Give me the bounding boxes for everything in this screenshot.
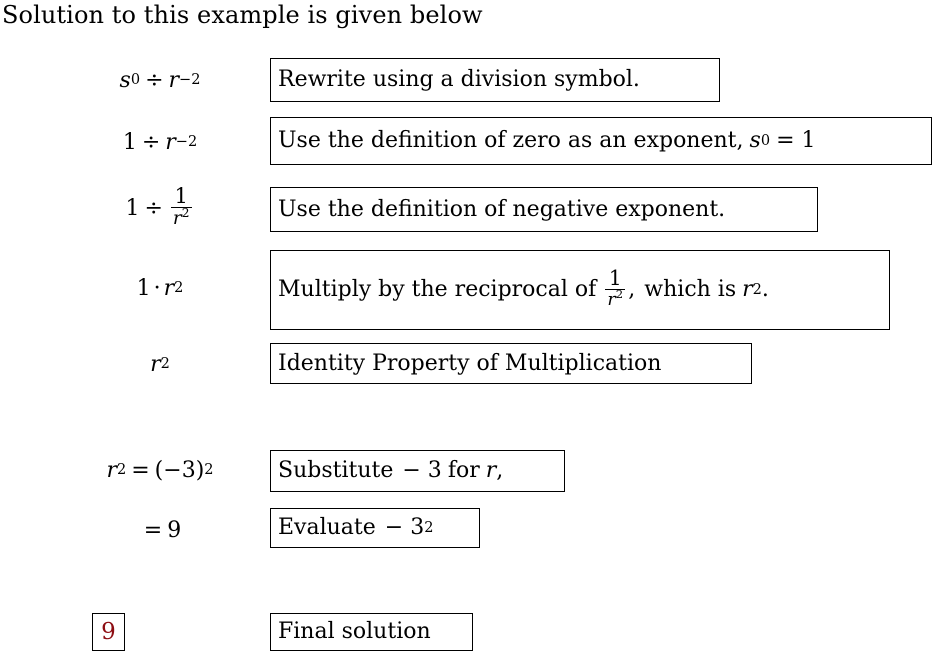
step3-frac-denominator: r2 bbox=[172, 206, 190, 230]
reason-4-fraction: 1 r2 bbox=[605, 265, 626, 311]
sub1-value: −3 bbox=[163, 457, 196, 483]
reason-content-evaluate: Evaluate − 32 bbox=[278, 515, 434, 541]
step5-base-r: r bbox=[150, 351, 161, 377]
reason-sub-prefix: Substitute bbox=[278, 458, 394, 484]
step2-base-r: r bbox=[165, 129, 176, 155]
sub1-paren-open: ( bbox=[154, 457, 164, 483]
reason-box-2: Use the definition of zero as an exponen… bbox=[270, 117, 932, 165]
reason-4-frac-numerator: 1 bbox=[608, 265, 622, 290]
step3-lead-one: 1 bbox=[125, 195, 140, 221]
reason-content-4: Multiply by the reciprocal of 1 r2, which i… bbox=[278, 265, 769, 311]
step3-operator: ÷ bbox=[144, 195, 163, 221]
reason-sub-suffix: for bbox=[447, 458, 480, 484]
sub1-paren-close: ) bbox=[195, 457, 205, 483]
reason-text-final: Final solution bbox=[278, 619, 431, 645]
reason-content-substitute: Substitute − 3 for r, bbox=[278, 458, 557, 483]
sub1-equals: = bbox=[131, 457, 150, 483]
sub1-base-r: r bbox=[106, 457, 117, 483]
reason-2-math-base: s bbox=[749, 128, 761, 154]
reason-box-4: Multiply by the reciprocal of 1 r2, which i… bbox=[270, 250, 890, 330]
final-answer-value: 9 bbox=[101, 619, 116, 645]
reason-sub-comma: , bbox=[496, 458, 504, 484]
reason-4-prefix: Multiply by the reciprocal of bbox=[278, 277, 597, 303]
step1-operator: ÷ bbox=[145, 67, 164, 93]
step2-lead-one: 1 bbox=[122, 129, 137, 155]
reason-4-suffix: which is bbox=[644, 277, 737, 303]
reason-eval-prefix: Evaluate bbox=[278, 515, 376, 541]
reason-text-3: Use the definition of negative exponent. bbox=[278, 196, 726, 222]
step3-frac-numerator: 1 bbox=[174, 182, 188, 208]
step1-base-s: s bbox=[119, 67, 131, 93]
reason-box-final: Final solution bbox=[270, 613, 473, 651]
step1-base-r: r bbox=[168, 67, 180, 93]
reason-4-tail-base: r bbox=[742, 277, 753, 303]
reason-eval-value: − 3 bbox=[384, 515, 425, 541]
step2-operator: ÷ bbox=[141, 129, 161, 155]
page-title: Solution to this example is given below bbox=[2, 1, 483, 29]
final-answer-box: 9 bbox=[92, 613, 125, 651]
reason-4-comma: , bbox=[628, 277, 636, 303]
reason-box-5: Identity Property of Multiplication bbox=[270, 343, 752, 384]
reason-text-2-prefix: Use the definition of zero as an exponen… bbox=[278, 128, 744, 154]
reason-sub-value: − 3 bbox=[402, 458, 442, 484]
reason-4-period: . bbox=[761, 277, 769, 303]
reason-text-1: Rewrite using a division symbol. bbox=[278, 67, 640, 93]
sub2-equals: = bbox=[143, 517, 163, 543]
step3-fraction: 1 r2 bbox=[170, 182, 192, 230]
reason-content-2: Use the definition of zero as an exponen… bbox=[278, 128, 816, 154]
reason-sub-var: r bbox=[485, 458, 497, 484]
step4-base-r: r bbox=[163, 275, 175, 301]
sub2-value: 9 bbox=[167, 517, 182, 543]
step4-operator: · bbox=[153, 275, 161, 301]
reason-box-3: Use the definition of negative exponent. bbox=[270, 187, 818, 232]
reason-text-5: Identity Property of Multiplication bbox=[278, 350, 662, 376]
reason-box-evaluate: Evaluate − 32 bbox=[270, 508, 480, 548]
reason-box-substitute: Substitute − 3 for r, bbox=[270, 450, 565, 492]
step4-lead-one: 1 bbox=[136, 275, 151, 301]
reason-4-frac-denominator: r2 bbox=[607, 287, 624, 311]
reason-2-math-tail: = 1 bbox=[776, 128, 816, 154]
reason-box-1: Rewrite using a division symbol. bbox=[270, 58, 720, 102]
